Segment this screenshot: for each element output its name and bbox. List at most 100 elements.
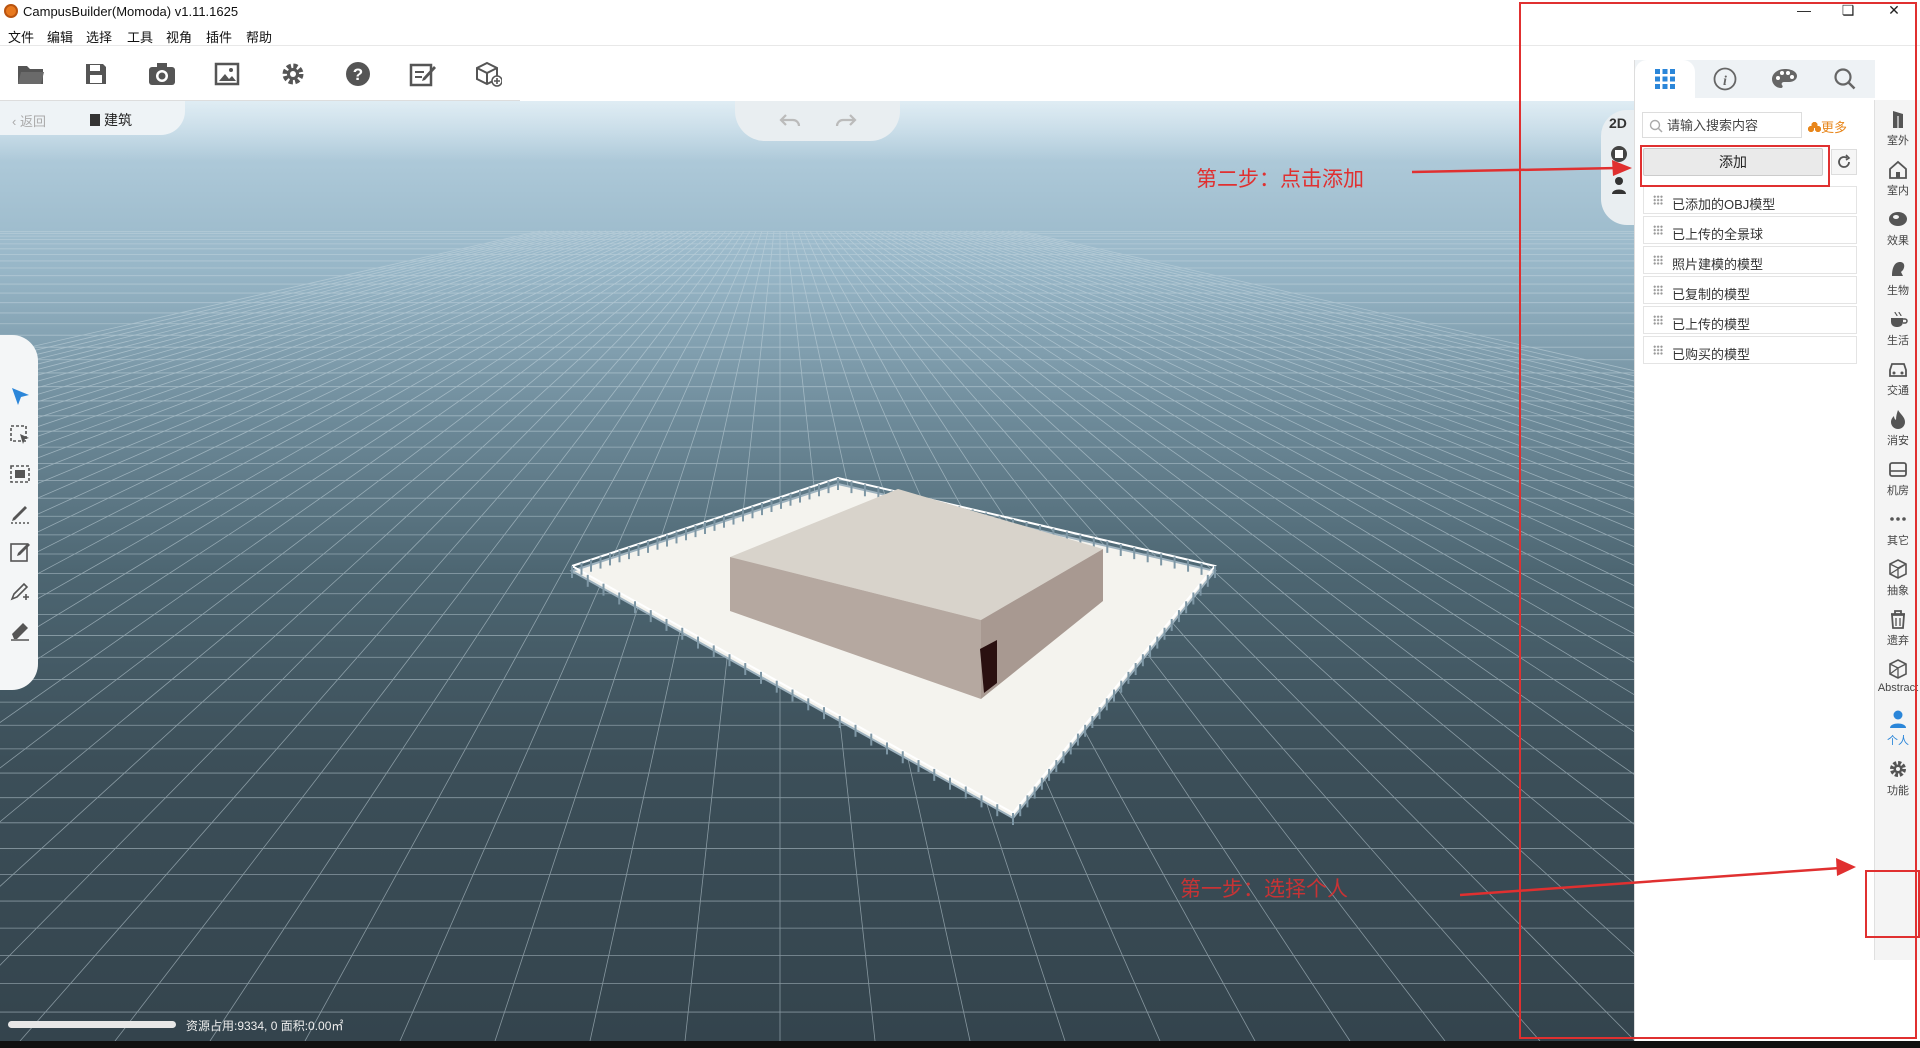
left-toolbar	[0, 335, 38, 690]
menu-select[interactable]: 选择	[86, 27, 112, 46]
search-icon	[1834, 68, 1856, 90]
breadcrumb: ‹ 返回 建筑	[0, 101, 185, 135]
tab-search[interactable]	[1815, 60, 1875, 98]
rail-item-label: 生活	[1887, 335, 1909, 347]
rail-item-4[interactable]: 生活	[1875, 300, 1920, 356]
menu-tools[interactable]: 工具	[127, 27, 153, 46]
draw-line-icon[interactable]	[8, 501, 32, 525]
rail-item-6[interactable]: 消安	[1875, 400, 1920, 456]
help-icon[interactable]: ?	[341, 57, 375, 91]
rail-item-11[interactable]: Abstract	[1875, 650, 1920, 706]
rail-item-5[interactable]: 交通	[1875, 350, 1920, 406]
menu-help[interactable]: 帮助	[246, 27, 272, 46]
more-icon	[1890, 517, 1906, 521]
fire-icon	[1891, 410, 1905, 429]
add-point-pen-icon[interactable]	[8, 579, 32, 603]
first-person-icon[interactable]	[1610, 176, 1628, 197]
category-obj-models[interactable]: 已添加的OBJ模型	[1643, 186, 1857, 214]
search-input[interactable]	[1667, 116, 1797, 134]
settings-gear-icon[interactable]	[276, 57, 310, 91]
drag-grip-icon	[1653, 285, 1663, 295]
breadcrumb-current[interactable]: 建筑	[90, 110, 132, 130]
drag-grip-icon	[1653, 345, 1663, 355]
eraser-icon[interactable]	[8, 618, 32, 642]
rail-item-label: 遗弃	[1887, 635, 1909, 647]
svg-text:?: ?	[353, 65, 363, 84]
menu-view[interactable]: 视角	[166, 27, 192, 46]
rail-item-label: 机房	[1887, 485, 1909, 497]
category-photo-models[interactable]: 照片建模的模型	[1643, 246, 1857, 274]
panel-tabs: i	[1635, 60, 1875, 98]
undo-icon[interactable]	[775, 109, 805, 133]
trash-icon	[1891, 610, 1905, 629]
rail-item-2[interactable]: 效果	[1875, 200, 1920, 256]
tab-info[interactable]: i	[1695, 60, 1755, 98]
info-icon: i	[1713, 67, 1737, 91]
search-small-icon	[1649, 119, 1663, 133]
menu-file[interactable]: 文件	[8, 27, 34, 46]
rail-item-label: Abstract	[1877, 682, 1919, 694]
add-model-cube-icon[interactable]	[471, 57, 505, 91]
drag-grip-icon	[1653, 255, 1663, 265]
select-arrow-icon[interactable]	[8, 384, 32, 408]
abstract-cube-icon	[1889, 659, 1907, 679]
rail-item-13[interactable]: 功能	[1875, 750, 1920, 806]
box-select-icon[interactable]	[8, 423, 32, 447]
image-icon[interactable]	[210, 57, 244, 91]
search-box	[1642, 112, 1802, 138]
rail-item-9[interactable]: 抽象	[1875, 550, 1920, 606]
status-text: 资源占用:9334, 0 面积:0.00㎡	[186, 1019, 344, 1033]
app-logo-icon	[4, 4, 18, 18]
menu-edit[interactable]: 编辑	[47, 27, 73, 46]
rail-item-7[interactable]: 机房	[1875, 450, 1920, 506]
rail-item-10[interactable]: 遗弃	[1875, 600, 1920, 656]
category-uploaded-models[interactable]: 已上传的模型	[1643, 306, 1857, 334]
building-icon	[1893, 111, 1903, 128]
rail-item-8[interactable]: 其它	[1875, 500, 1920, 556]
close-button[interactable]: ✕	[1874, 0, 1914, 22]
car-icon	[1889, 363, 1907, 377]
rail-item-1[interactable]: 室内	[1875, 150, 1920, 206]
3d-viewport[interactable]	[0, 101, 1634, 1041]
back-link[interactable]: ‹ 返回	[12, 111, 46, 130]
building-icon	[90, 114, 100, 126]
redo-icon[interactable]	[831, 109, 861, 133]
toggle-2d-button[interactable]: 2D	[1609, 115, 1627, 131]
annotation-step-one: 第一步：选择个人	[1180, 877, 1348, 901]
category-copied-models[interactable]: 已复制的模型	[1643, 276, 1857, 304]
restore-button[interactable]: ❏	[1828, 0, 1868, 22]
rail-item-3[interactable]: 生物	[1875, 250, 1920, 306]
window-title: CampusBuilder(Momoda) v1.11.1625	[23, 4, 239, 19]
category-uploaded-panoramas[interactable]: 已上传的全景球	[1643, 216, 1857, 244]
perspective-view-icon[interactable]	[1610, 145, 1628, 166]
refresh-icon[interactable]	[1831, 149, 1857, 175]
multi-select-icon[interactable]	[8, 462, 32, 486]
drag-grip-icon	[1653, 195, 1663, 205]
rail-item-label: 效果	[1887, 235, 1909, 247]
drag-grip-icon	[1653, 315, 1663, 325]
rail-item-label: 个人	[1887, 735, 1909, 747]
rail-item-0[interactable]: 室外	[1875, 100, 1920, 156]
rail-item-label: 室内	[1887, 185, 1909, 197]
tab-palette[interactable]	[1755, 60, 1815, 98]
edit-area-icon[interactable]	[8, 540, 32, 564]
open-folder-icon[interactable]	[14, 57, 48, 91]
rail-item-label: 室外	[1887, 135, 1909, 147]
menu-plugins[interactable]: 插件	[206, 27, 232, 46]
edit-notes-icon[interactable]	[406, 57, 440, 91]
rail-item-label: 生物	[1887, 285, 1909, 297]
minimize-button[interactable]: —	[1784, 0, 1824, 22]
rail-item-label: 消安	[1887, 435, 1909, 447]
grid-icon	[1655, 69, 1675, 89]
status-bar: 资源占用:9334, 0 面积:0.00㎡	[0, 1014, 420, 1036]
tab-grid[interactable]	[1635, 60, 1695, 98]
effect-icon	[1889, 212, 1907, 226]
category-purchased-models[interactable]: 已购买的模型	[1643, 336, 1857, 364]
add-button[interactable]: 添加	[1643, 148, 1823, 176]
svg-text:i: i	[1723, 74, 1727, 89]
camera-icon[interactable]	[145, 57, 179, 91]
save-icon[interactable]	[79, 57, 113, 91]
cube-icon	[1889, 559, 1907, 579]
more-link[interactable]: 更多	[1808, 117, 1847, 136]
rail-item-12[interactable]: 个人	[1875, 700, 1920, 756]
